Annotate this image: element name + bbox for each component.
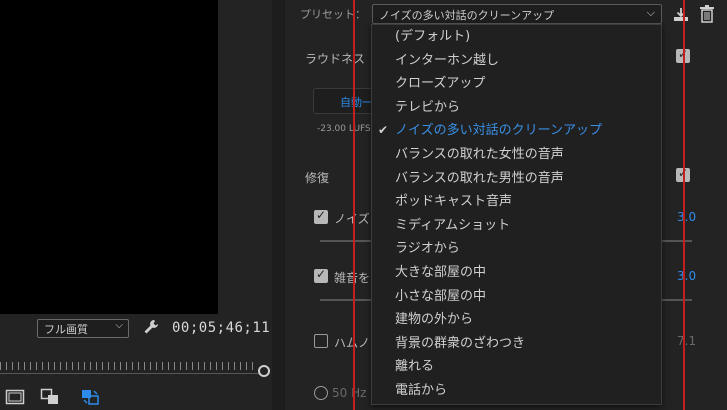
50hz-label: 50 Hz <box>332 386 367 400</box>
program-monitor: フル画質 ⌵ 00;05;46;11 <box>0 0 272 410</box>
preset-option-label: インターホン越し <box>395 52 500 68</box>
dehum-checkbox[interactable] <box>314 334 328 348</box>
auto-match-button[interactable]: 自動一 <box>313 88 375 114</box>
preset-option[interactable]: ✔ ノイズの多い対話のクリーンアップ <box>372 119 661 142</box>
ruler-ticks <box>0 362 258 370</box>
reduce-noise-value[interactable]: 3.0 <box>677 210 696 224</box>
preset-option-label: ミディアムショット <box>395 217 511 233</box>
preset-option-label: 電話から <box>395 383 448 398</box>
playback-resolution-dropdown[interactable]: フル画質 ⌵ <box>37 319 129 338</box>
reduce-noise-checkbox[interactable] <box>314 208 328 224</box>
preset-select[interactable]: ノイズの多い対話のクリーンアップ ⌵ <box>372 4 662 24</box>
dehum-value: 7.1 <box>677 334 697 348</box>
preset-option[interactable]: バランスの取れた女性の音声 <box>372 143 661 166</box>
chevron-down-icon: ⌵ <box>646 6 655 19</box>
preset-option-label: バランスの取れた女性の音声 <box>395 147 564 162</box>
preset-option-label: 小さな部屋の中 <box>395 288 487 304</box>
preset-option[interactable]: ポッドキャスト音声 <box>372 190 661 213</box>
repair-section-label[interactable]: 修復 <box>305 169 329 186</box>
preset-label: プリセット： <box>300 8 366 21</box>
preset-option-label: 大きな部屋の中 <box>395 265 487 280</box>
50hz-radio[interactable] <box>314 386 328 400</box>
preset-option[interactable]: 建物の外から <box>372 308 661 331</box>
playhead-timecode[interactable]: 00;05;46;11 <box>172 320 270 336</box>
preset-option-label: クローズアップ <box>395 76 486 92</box>
preset-option[interactable]: (デフォルト) <box>372 25 661 48</box>
preset-option-label: ポッドキャスト音声 <box>395 194 513 210</box>
comparison-view-icon[interactable] <box>80 388 100 406</box>
preset-option[interactable]: 背景の群衆のざわつき <box>372 332 661 355</box>
preset-option[interactable]: 小さな部屋の中 <box>372 285 661 308</box>
preset-option[interactable]: インターホン越し <box>372 49 661 72</box>
reduce-rumble-label: 雑音を <box>334 271 371 285</box>
lufs-readout: -23.00 LUFS <box>317 124 371 134</box>
overlay-icon[interactable] <box>40 388 60 406</box>
loudness-section-label[interactable]: ラウドネス <box>305 50 365 67</box>
preset-option-label: バランスの取れた男性の音声 <box>395 170 564 186</box>
preset-dropdown-menu: (デフォルト) インターホン越し クローズアップ テレビから ✔ ノイズの多い対話のクリー… <box>371 24 662 405</box>
preset-option[interactable]: ミディアムショット <box>372 214 661 237</box>
preset-option-label: ラジオから <box>395 241 460 257</box>
trash-icon[interactable] <box>699 5 715 23</box>
preset-select-value: ノイズの多い対話のクリーンアップ <box>379 9 555 22</box>
preset-option-label: テレビから <box>395 99 461 115</box>
preset-option[interactable]: ラジオから <box>372 237 661 260</box>
dehum-label: ハムノ <box>334 336 371 350</box>
preset-option-label: 背景の群衆のざわつき <box>395 335 526 351</box>
playback-resolution-label: フル画質 <box>44 323 88 336</box>
zoom-handle[interactable] <box>258 365 270 377</box>
preset-option[interactable]: テレビから <box>372 96 661 119</box>
preset-option[interactable]: 電話から <box>372 379 661 402</box>
time-ruler[interactable] <box>0 352 264 374</box>
video-preview[interactable] <box>0 0 218 314</box>
reduce-rumble-value[interactable]: 3.0 <box>677 269 696 283</box>
wrench-icon[interactable] <box>142 318 160 336</box>
save-preset-icon[interactable] <box>673 6 689 22</box>
preset-option[interactable]: 大きな部屋の中 <box>372 261 661 284</box>
preset-option-label: ノイズの多い対話のクリーンアップ <box>395 123 602 139</box>
chevron-down-icon: ⌵ <box>115 320 123 331</box>
guide-line <box>353 0 355 410</box>
safe-margins-icon[interactable] <box>5 388 25 406</box>
preset-option[interactable]: バランスの取れた男性の音声 <box>372 167 661 190</box>
checkmark-icon: ✔ <box>378 123 389 138</box>
reduce-rumble-checkbox[interactable] <box>314 267 328 283</box>
preset-option-label: 建物の外から <box>395 312 474 328</box>
preset-option-label: 離れる <box>395 359 435 375</box>
preset-option-label: (デフォルト) <box>395 29 471 44</box>
preset-option[interactable]: クローズアップ <box>372 72 661 95</box>
preset-option[interactable]: 離れる <box>372 355 661 378</box>
guide-line <box>683 0 685 410</box>
